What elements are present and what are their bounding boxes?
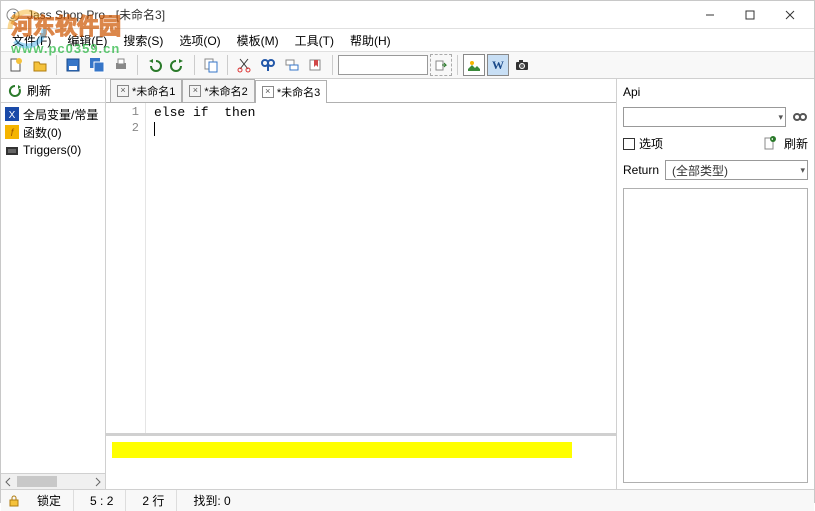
minimize-button[interactable] (690, 2, 730, 28)
menu-file[interactable]: 文件(F) (5, 30, 58, 51)
scrollbar-thumb[interactable] (17, 476, 57, 487)
left-panel: 刷新 X 全局变量/常量 f 函数(0) Triggers(0) (1, 79, 106, 489)
bookmark-icon[interactable] (305, 54, 327, 76)
separator (56, 55, 57, 75)
api-title: Api (623, 85, 808, 99)
tab-2[interactable]: ×*未命名2 (182, 79, 254, 102)
close-icon[interactable]: × (189, 85, 201, 97)
status-lines: 2 行 (130, 490, 177, 511)
tab-1[interactable]: ×*未命名1 (110, 79, 182, 102)
status-bar: 锁定 5 : 2 2 行 找到: 0 (1, 489, 814, 511)
separator (194, 55, 195, 75)
save-icon[interactable] (62, 54, 84, 76)
line-number: 1 (106, 105, 139, 121)
refresh-icon (762, 136, 778, 152)
code-editor[interactable]: 1 2 else if then (106, 103, 616, 434)
w-tool-icon[interactable]: W (487, 54, 509, 76)
trigger-icon (5, 143, 19, 157)
editor-area: ×*未命名1 ×*未命名2 ×*未命名3 1 2 else if then (106, 79, 616, 489)
tree-label: 全局变量/常量 (23, 106, 98, 123)
close-icon[interactable]: × (117, 85, 129, 97)
app-icon: J (5, 7, 21, 23)
replace-icon[interactable] (281, 54, 303, 76)
close-icon[interactable]: × (262, 86, 274, 98)
redo-icon[interactable] (167, 54, 189, 76)
menu-help[interactable]: 帮助(H) (343, 30, 398, 51)
separator (457, 55, 458, 75)
separator (137, 55, 138, 75)
tab-label: *未命名3 (277, 84, 320, 100)
titlebar: J Jass Shop Pro - [未命名3] (1, 1, 814, 29)
tab-3[interactable]: ×*未命名3 (255, 80, 327, 103)
save-all-icon[interactable] (86, 54, 108, 76)
tree-node-triggers[interactable]: Triggers(0) (1, 141, 105, 159)
refresh-icon[interactable] (7, 83, 23, 99)
text-caret (154, 122, 155, 136)
globals-icon: X (5, 107, 19, 121)
checkbox-label: 选项 (639, 135, 663, 152)
menu-edit[interactable]: 编辑(E) (60, 30, 114, 51)
refresh-label: 刷新 (27, 82, 51, 99)
separator (227, 55, 228, 75)
line-number: 2 (106, 121, 139, 137)
menu-search[interactable]: 搜索(S) (116, 30, 170, 51)
api-search-combo[interactable]: ▾ (623, 107, 786, 127)
chevron-down-icon: ▾ (778, 112, 783, 123)
find-icon[interactable] (257, 54, 279, 76)
cut-icon[interactable] (233, 54, 255, 76)
binoculars-icon[interactable] (792, 109, 808, 125)
status-found: 找到: 0 (181, 490, 242, 511)
camera-icon[interactable] (511, 54, 533, 76)
open-folder-icon[interactable] (29, 54, 51, 76)
message-panel (106, 434, 616, 489)
api-results-list[interactable] (623, 188, 808, 483)
toolbar: W (1, 51, 814, 79)
workspace: 刷新 X 全局变量/常量 f 函数(0) Triggers(0) ×* (1, 79, 814, 489)
menu-options[interactable]: 选项(O) (172, 30, 227, 51)
left-panel-header: 刷新 (1, 79, 105, 103)
lock-icon (7, 494, 21, 508)
tab-label: *未命名2 (204, 83, 247, 99)
status-position: 5 : 2 (78, 490, 126, 511)
return-type-combo[interactable]: (全部类型)▾ (665, 160, 808, 180)
combo-value: (全部类型) (668, 162, 800, 179)
line-gutter: 1 2 (106, 103, 146, 433)
highlight-bar (112, 442, 572, 458)
status-lock: 锁定 (25, 490, 74, 511)
undo-icon[interactable] (143, 54, 165, 76)
chevron-down-icon: ▾ (800, 165, 805, 176)
window-title: Jass Shop Pro - [未命名3] (27, 6, 690, 23)
code-line: else if then (154, 105, 255, 120)
api-refresh-button[interactable]: 刷新 (762, 135, 808, 152)
tree-node-globals[interactable]: X 全局变量/常量 (1, 105, 105, 123)
tree-node-functions[interactable]: f 函数(0) (1, 123, 105, 141)
svg-text:X: X (9, 110, 16, 121)
toolbar-search-input[interactable] (338, 55, 428, 75)
checkbox-box (623, 138, 635, 150)
return-label: Return (623, 163, 659, 177)
api-panel: Api ▾ 选项 刷新 Return (全部类型)▾ (616, 79, 814, 489)
refresh-label: 刷新 (784, 135, 808, 152)
tree-view[interactable]: X 全局变量/常量 f 函数(0) Triggers(0) (1, 103, 105, 473)
print-icon[interactable] (110, 54, 132, 76)
code-text[interactable]: else if then (146, 103, 616, 433)
menu-tools[interactable]: 工具(T) (288, 30, 341, 51)
separator (332, 55, 333, 75)
svg-text:J: J (10, 11, 17, 22)
goto-icon[interactable] (430, 54, 452, 76)
maximize-button[interactable] (730, 2, 770, 28)
options-checkbox[interactable]: 选项 (623, 135, 663, 152)
tree-label: Triggers(0) (23, 143, 81, 157)
tab-bar: ×*未命名1 ×*未命名2 ×*未命名3 (106, 79, 616, 103)
image-tool-icon[interactable] (463, 54, 485, 76)
function-icon: f (5, 125, 19, 139)
close-button[interactable] (770, 2, 810, 28)
tab-label: *未命名1 (132, 83, 175, 99)
menubar: 文件(F) 编辑(E) 搜索(S) 选项(O) 模板(M) 工具(T) 帮助(H… (1, 29, 814, 51)
menu-template[interactable]: 模板(M) (230, 30, 286, 51)
new-file-icon[interactable] (5, 54, 27, 76)
left-scrollbar[interactable] (1, 473, 105, 489)
copy-icon[interactable] (200, 54, 222, 76)
tree-label: 函数(0) (23, 124, 62, 141)
